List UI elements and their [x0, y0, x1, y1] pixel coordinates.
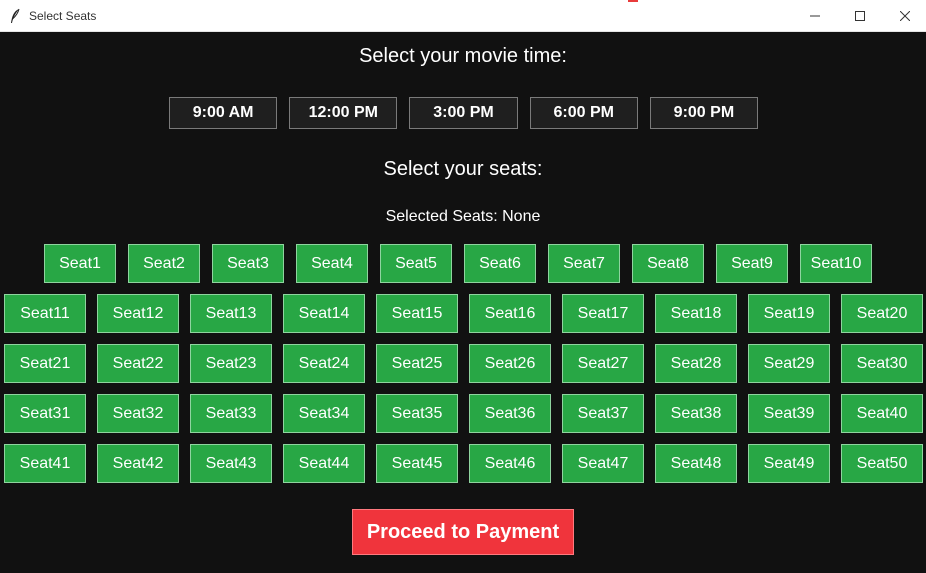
seat-button[interactable]: Seat30 [841, 344, 923, 383]
movie-time-heading: Select your movie time: [359, 45, 567, 67]
movie-time-options: 9:00 AM 12:00 PM 3:00 PM 6:00 PM 9:00 PM [169, 97, 759, 129]
seat-button[interactable]: Seat1 [44, 244, 116, 283]
feather-icon [9, 8, 21, 24]
seat-row-2: Seat11 Seat12 Seat13 Seat14 Seat15 Seat1… [4, 294, 923, 333]
seat-button[interactable]: Seat31 [4, 394, 86, 433]
selected-seats-label: Selected Seats: None [385, 208, 541, 225]
time-button[interactable]: 9:00 AM [169, 97, 278, 129]
seat-button[interactable]: Seat43 [190, 444, 272, 483]
seat-button[interactable]: Seat3 [212, 244, 284, 283]
seat-button[interactable]: Seat34 [283, 394, 365, 433]
seat-button[interactable]: Seat17 [562, 294, 644, 333]
seat-button[interactable]: Seat38 [655, 394, 737, 433]
seat-button[interactable]: Seat11 [4, 294, 86, 333]
title-bar-accent [628, 0, 638, 2]
seat-button[interactable]: Seat37 [562, 394, 644, 433]
seat-button[interactable]: Seat41 [4, 444, 86, 483]
close-icon [900, 11, 910, 21]
seats-heading: Select your seats: [383, 158, 543, 180]
seat-button[interactable]: Seat12 [97, 294, 179, 333]
seat-button[interactable]: Seat9 [716, 244, 788, 283]
seat-button[interactable]: Seat22 [97, 344, 179, 383]
seat-button[interactable]: Seat50 [841, 444, 923, 483]
seat-button[interactable]: Seat18 [655, 294, 737, 333]
seat-button[interactable]: Seat40 [841, 394, 923, 433]
seat-button[interactable]: Seat39 [748, 394, 830, 433]
seat-button[interactable]: Seat24 [283, 344, 365, 383]
seat-button[interactable]: Seat4 [296, 244, 368, 283]
seat-button[interactable]: Seat35 [376, 394, 458, 433]
seat-button[interactable]: Seat26 [469, 344, 551, 383]
seat-row-5: Seat41 Seat42 Seat43 Seat44 Seat45 Seat4… [4, 444, 923, 483]
maximize-button[interactable] [837, 0, 883, 32]
seat-button[interactable]: Seat28 [655, 344, 737, 383]
seat-button[interactable]: Seat5 [380, 244, 452, 283]
seat-button[interactable]: Seat8 [632, 244, 704, 283]
seat-button[interactable]: Seat44 [283, 444, 365, 483]
seat-button[interactable]: Seat23 [190, 344, 272, 383]
seat-button[interactable]: Seat36 [469, 394, 551, 433]
seat-row-1: Seat1 Seat2 Seat3 Seat4 Seat5 Seat6 Seat… [44, 244, 872, 283]
seat-button[interactable]: Seat29 [748, 344, 830, 383]
seat-button[interactable]: Seat13 [190, 294, 272, 333]
seat-selection-panel: Select your movie time: 9:00 AM 12:00 PM… [0, 32, 926, 573]
seat-button[interactable]: Seat7 [548, 244, 620, 283]
seat-button[interactable]: Seat49 [748, 444, 830, 483]
seat-button[interactable]: Seat45 [376, 444, 458, 483]
maximize-icon [855, 11, 865, 21]
seat-button[interactable]: Seat48 [655, 444, 737, 483]
seat-button[interactable]: Seat19 [748, 294, 830, 333]
seat-button[interactable]: Seat10 [800, 244, 872, 283]
seat-button[interactable]: Seat16 [469, 294, 551, 333]
proceed-to-payment-button[interactable]: Proceed to Payment [352, 509, 574, 555]
seat-button[interactable]: Seat2 [128, 244, 200, 283]
minimize-button[interactable] [792, 0, 838, 32]
seat-button[interactable]: Seat25 [376, 344, 458, 383]
seat-button[interactable]: Seat32 [97, 394, 179, 433]
seat-button[interactable]: Seat15 [376, 294, 458, 333]
minimize-icon [810, 11, 820, 21]
seat-button[interactable]: Seat27 [562, 344, 644, 383]
seat-button[interactable]: Seat14 [283, 294, 365, 333]
seat-row-3: Seat21 Seat22 Seat23 Seat24 Seat25 Seat2… [4, 344, 923, 383]
seat-button[interactable]: Seat6 [464, 244, 536, 283]
time-button[interactable]: 3:00 PM [409, 97, 518, 129]
seat-button[interactable]: Seat20 [841, 294, 923, 333]
seat-button[interactable]: Seat21 [4, 344, 86, 383]
time-button[interactable]: 9:00 PM [649, 97, 759, 129]
window-title-bar: Select Seats [0, 0, 926, 32]
time-button[interactable]: 6:00 PM [529, 97, 638, 129]
seat-button[interactable]: Seat47 [562, 444, 644, 483]
close-button[interactable] [882, 0, 926, 32]
window-title: Select Seats [29, 9, 97, 23]
time-button[interactable]: 12:00 PM [289, 97, 398, 129]
seat-row-4: Seat31 Seat32 Seat33 Seat34 Seat35 Seat3… [4, 394, 923, 433]
seat-button[interactable]: Seat42 [97, 444, 179, 483]
seat-button[interactable]: Seat33 [190, 394, 272, 433]
seat-button[interactable]: Seat46 [469, 444, 551, 483]
